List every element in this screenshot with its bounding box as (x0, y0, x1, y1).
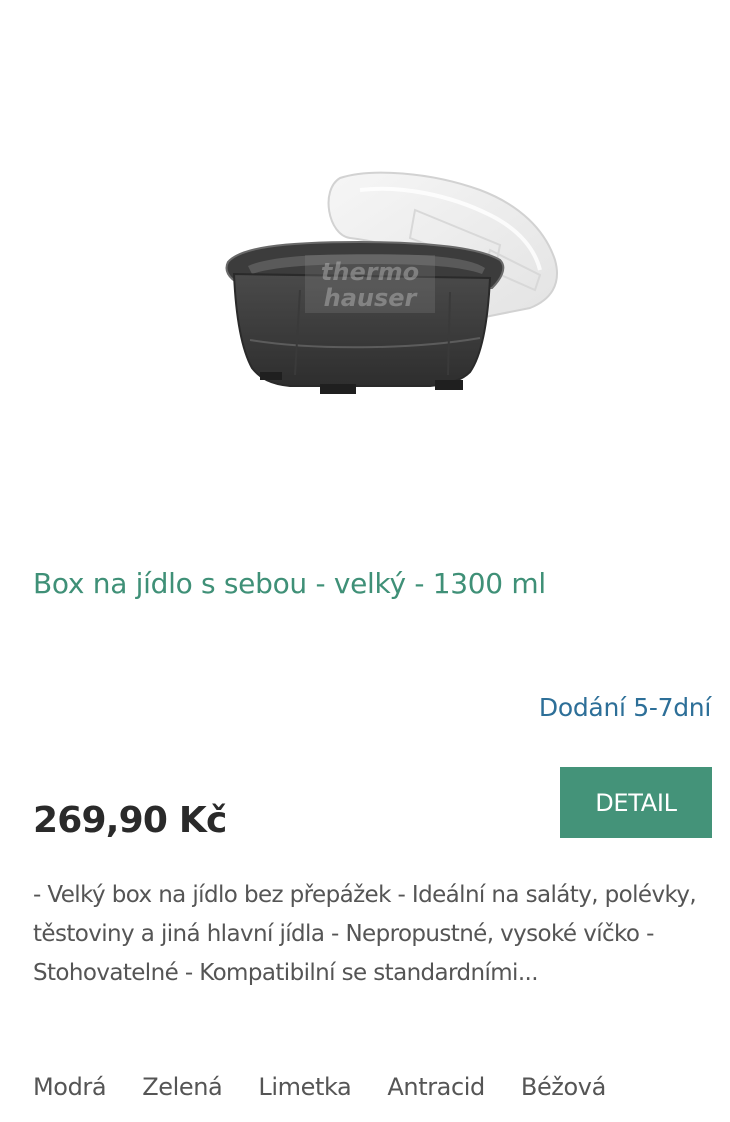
product-price: 269,90 Kč (33, 800, 227, 841)
availability-label: Dodání 5-7dní (538, 693, 711, 722)
color-option-bezova[interactable]: Béžová (521, 1068, 606, 1106)
color-options: Modrá Zelená Limetka Antracid Béžová (33, 1068, 642, 1106)
product-card: thermo hauser Box na jídlo s sebou - vel… (0, 0, 730, 1122)
color-option-modra[interactable]: Modrá (33, 1068, 107, 1106)
product-title[interactable]: Box na jídlo s sebou - velký - 1300 ml (33, 562, 713, 606)
color-option-antracid[interactable]: Antracid (387, 1068, 485, 1106)
svg-text:thermo: thermo (321, 258, 419, 286)
product-image[interactable]: thermo hauser (200, 150, 580, 420)
svg-text:hauser: hauser (324, 284, 419, 312)
color-option-zelena[interactable]: Zelená (142, 1068, 223, 1106)
detail-button[interactable]: DETAIL (560, 767, 712, 838)
product-description: - Velký box na jídlo bez přepážek - Ideá… (33, 882, 697, 986)
color-option-limetka[interactable]: Limetka (258, 1068, 351, 1106)
watermark: thermo hauser (305, 255, 435, 313)
